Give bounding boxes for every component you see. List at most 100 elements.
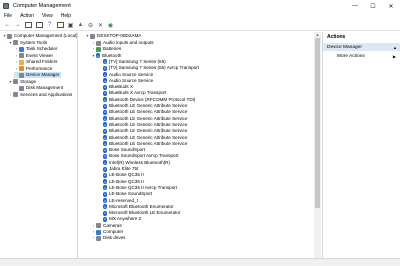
device-item[interactable]: ʙ LE-Bose QC35 II <box>103 179 144 185</box>
device-label: Cameras <box>103 222 122 228</box>
actions-section-label: Device Manager <box>327 44 362 50</box>
tree-item-label: Performance <box>26 65 53 71</box>
device-item[interactable]: ʙ MX Anywhere 2 <box>103 216 141 222</box>
tree-item[interactable]: ▾ Storage <box>8 79 36 85</box>
device-item[interactable]: ʙ Jabra Elite 75t <box>103 166 138 172</box>
device-item[interactable]: ʙ Audio Source Service <box>103 78 153 84</box>
device-item[interactable]: ʙ Intel(R) Wireless Bluetooth(R) <box>103 160 170 166</box>
bluetooth-icon: ʙ <box>103 128 107 134</box>
tree-node-icon <box>19 66 24 71</box>
device-item[interactable]: ʙ Bluetooth LE Generic Attribute Service <box>103 122 187 128</box>
tree-item[interactable]: › Event Viewer <box>14 53 53 59</box>
device-label: Microsoft Bluetooth LE Enumerator <box>109 210 181 216</box>
device-label: BlueBuds X Avrcp Transport <box>109 90 167 96</box>
device-item[interactable]: ʙ LE-reserved_t <box>103 198 138 204</box>
actions-device-manager[interactable]: Device Manager ▲ <box>323 43 400 51</box>
device-item[interactable]: ʙ Bluetooth LE Generic Attribute Service <box>103 141 187 147</box>
properties-icon[interactable] <box>36 22 43 28</box>
scan-hardware-icon[interactable]: ▣ <box>66 21 75 30</box>
device-item[interactable]: ʙ Bluetooth LE Generic Attribute Service <box>103 109 187 115</box>
help-icon[interactable]: ? <box>45 21 54 30</box>
category-icon <box>96 235 101 241</box>
actions-pane: Actions Device Manager ▲ More Actions ▶ <box>322 32 400 258</box>
device-item[interactable]: ʙ BlueBuds X <box>103 84 133 90</box>
device-label: LE-Bose QC35 II <box>109 178 144 184</box>
device-item[interactable]: ʙ Bluetooth LE Generic Attribute Service <box>103 135 187 141</box>
device-category[interactable]: › Cameras <box>91 223 122 229</box>
tree-item[interactable]: ▾ Computer Management (Local) <box>2 33 77 39</box>
tree-item[interactable]: › Performance <box>14 66 52 72</box>
device-item[interactable]: ʙ Audio Source Service <box>103 72 153 78</box>
device-label: Bluetooth Device (RFCOMM Protocol TDI) <box>109 96 196 102</box>
minimize-button[interactable]: — <box>346 0 364 12</box>
bluetooth-icon: ʙ <box>103 172 107 178</box>
device-category[interactable]: › Computer <box>91 229 123 235</box>
device-label: [TV] Samsung 7 Series (55) <box>109 58 166 64</box>
device-category[interactable]: › Audio inputs and outputs <box>91 40 154 46</box>
device-category[interactable]: › Batteries <box>91 46 121 52</box>
device-label: Batteries <box>103 46 122 52</box>
tree-item[interactable]: Device Manager <box>14 72 62 78</box>
forward-arrow-icon[interactable]: → <box>13 21 22 30</box>
device-label: Intel(R) Wireless Bluetooth(R) <box>109 159 171 165</box>
bluetooth-icon: ʙ <box>103 78 107 84</box>
device-label: MX Anywhere 2 <box>109 216 142 222</box>
scroll-up-icon[interactable]: ▲ <box>314 32 321 37</box>
tree-item[interactable]: Disk Management <box>14 85 63 91</box>
device-item[interactable]: ʙ Bluetooth LE Generic Attribute Service <box>103 103 187 109</box>
tree-item-label: System Tools <box>20 39 48 45</box>
device-root[interactable]: ▾ DESKTOP-08D2AMA <box>85 33 141 39</box>
device-item[interactable]: ʙ [TV] Samsung 7 Series (55) <box>103 59 166 65</box>
device-label: Microsoft Bluetooth Enumerator <box>109 203 174 209</box>
device-category[interactable]: ▾ ʙ Bluetooth <box>91 53 121 59</box>
device-item[interactable]: ʙ LE-Bose QC35 II Avrcp Transport <box>103 185 177 191</box>
scrollbar-thumb[interactable] <box>315 38 320 208</box>
device-item[interactable]: ʙ Bose SoundSport <box>103 147 145 153</box>
device-item[interactable]: ʙ Bose SoundSport Avrcp Transport <box>103 153 178 159</box>
close-button[interactable]: ✕ <box>382 0 400 12</box>
device-label: Bluetooth LE Generic Attribute Service <box>109 134 188 140</box>
device-item[interactable]: ʙ LE-Bose SoundSport <box>103 191 152 197</box>
bluetooth-icon: ʙ <box>103 210 107 216</box>
enable-device-icon[interactable]: ◉ <box>106 21 115 30</box>
menu-view[interactable]: View <box>38 13 57 19</box>
tree-item[interactable]: › Services and Applications <box>8 92 72 98</box>
tree-node-icon <box>19 72 24 78</box>
device-item[interactable]: ʙ LE-Bose QC35 II <box>103 172 144 178</box>
maximize-button[interactable]: ☐ <box>364 0 382 12</box>
device-item[interactable]: ʙ [TV] Samsung 7 Series (55) Avrcp Transp… <box>103 65 199 71</box>
device-item[interactable]: ʙ Microsoft Bluetooth LE Enumerator <box>103 210 181 216</box>
action-pane-icon[interactable] <box>57 22 64 28</box>
collapse-arrow-icon[interactable]: ▲ <box>393 45 397 50</box>
show-hide-console-tree-icon[interactable] <box>25 22 32 28</box>
menu-help[interactable]: Help <box>57 13 75 19</box>
back-arrow-icon[interactable]: ← <box>3 21 12 30</box>
tree-item[interactable]: ▾ System Tools <box>8 40 47 46</box>
device-item[interactable]: ʙ Bluetooth LE Generic Attribute Service <box>103 128 187 134</box>
device-label: Audio Source Service <box>109 77 154 83</box>
more-actions-link[interactable]: More Actions <box>337 54 365 59</box>
bluetooth-icon: ʙ <box>103 153 107 159</box>
tree-item[interactable]: › Task Scheduler <box>14 46 57 52</box>
device-item[interactable]: ʙ Bluetooth Device (RFCOMM Protocol TDI) <box>103 97 195 103</box>
tree-item[interactable]: › Shared Folders <box>14 59 57 65</box>
device-item[interactable]: ʙ Microsoft Bluetooth Enumerator <box>103 204 174 210</box>
bluetooth-icon: ʙ <box>103 160 107 166</box>
bluetooth-icon: ʙ <box>103 185 107 191</box>
bluetooth-icon: ʙ <box>103 116 107 122</box>
disable-device-icon[interactable]: ⊖ <box>86 21 95 30</box>
console-tree: ▾ Computer Management (Local) ▾ System Tool… <box>0 32 78 258</box>
device-label: Bluetooth LE Generic Attribute Service <box>109 128 188 134</box>
tree-item-label: Storage <box>20 78 37 84</box>
device-label: Computer <box>103 229 124 234</box>
menu-file[interactable]: File <box>0 13 16 19</box>
chevron-right-icon[interactable]: ▶ <box>393 54 396 59</box>
device-item[interactable]: ʙ BlueBuds X Avrcp Transport <box>103 90 166 96</box>
device-item[interactable]: ʙ Bluetooth LE Generic Attribute Service <box>103 116 187 122</box>
device-category[interactable]: › Disk drives <box>91 235 125 241</box>
vertical-scrollbar[interactable]: ▲ <box>314 32 321 258</box>
tree-node-icon <box>13 79 18 84</box>
uninstall-device-icon[interactable]: ✕ <box>96 21 105 30</box>
update-driver-icon[interactable]: ▲ <box>76 21 85 30</box>
menu-action[interactable]: Action <box>16 13 38 19</box>
